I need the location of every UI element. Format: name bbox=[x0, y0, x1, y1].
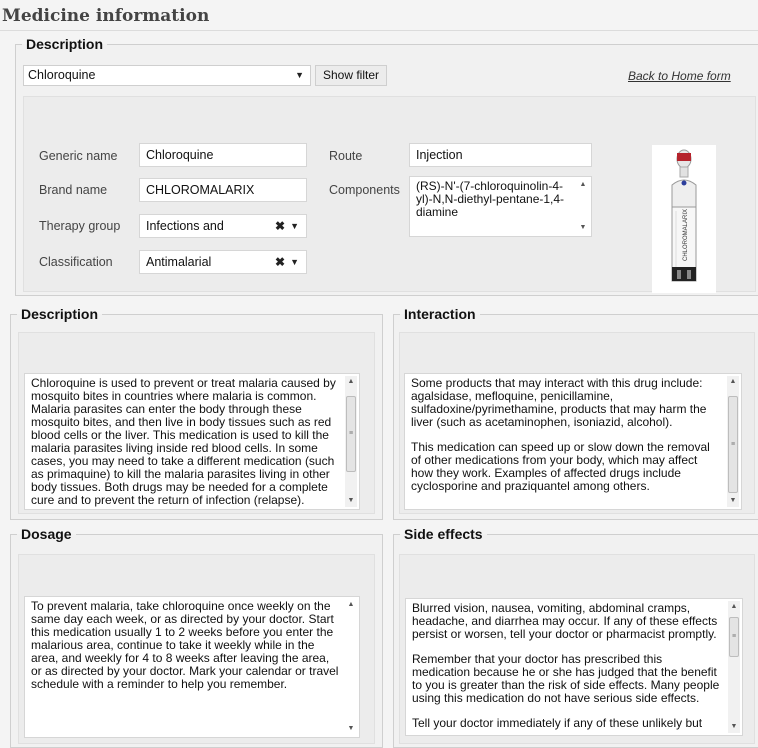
scroll-up-icon[interactable]: ▲ bbox=[727, 376, 739, 388]
interaction-text-2: This medication can speed up or slow dow… bbox=[411, 440, 710, 493]
description-scrollbar[interactable]: ▲ ≡ ▼ bbox=[345, 376, 357, 507]
chevron-down-icon[interactable]: ▼ bbox=[290, 251, 299, 273]
clear-icon[interactable]: ✖ bbox=[275, 215, 285, 237]
ampoule-brand-label: CHLOROMALARIX bbox=[683, 209, 689, 261]
description-panel-legend: Description bbox=[21, 306, 99, 322]
route-label: Route bbox=[329, 149, 363, 163]
interaction-scrollbar[interactable]: ▲ ≡ ▼ bbox=[727, 376, 739, 507]
scroll-down-icon[interactable]: ▼ bbox=[577, 222, 589, 234]
description-text-1: Chloroquine is used to prevent or treat … bbox=[31, 376, 336, 507]
scrollbar-thumb[interactable]: ≡ bbox=[729, 617, 739, 657]
dosage-textarea[interactable]: To prevent malaria, take chloroquine onc… bbox=[24, 596, 360, 738]
classification-label: Classification bbox=[39, 255, 113, 269]
ampoule-icon: CHLOROMALARIX bbox=[671, 149, 697, 282]
side-effects-textarea[interactable]: Blurred vision, nausea, vomiting, abdomi… bbox=[405, 598, 743, 736]
side-effects-text-3: Tell your doctor immediately if any of t… bbox=[412, 716, 703, 730]
scroll-up-icon[interactable]: ▲ bbox=[728, 601, 740, 613]
components-scrollbar[interactable]: ▲ ▼ bbox=[577, 179, 589, 234]
chevron-down-icon[interactable]: ▼ bbox=[290, 215, 299, 237]
page-title: Medicine information bbox=[2, 6, 210, 26]
therapy-group-select[interactable]: Infections and ✖ ▼ bbox=[139, 214, 307, 238]
scroll-up-icon[interactable]: ▲ bbox=[345, 599, 357, 611]
dosage-panel-legend: Dosage bbox=[21, 526, 72, 542]
side-effects-panel-legend: Side effects bbox=[404, 526, 483, 542]
therapy-group-label: Therapy group bbox=[39, 219, 121, 233]
chevron-down-icon: ▼ bbox=[295, 70, 304, 80]
scroll-up-icon[interactable]: ▲ bbox=[345, 376, 357, 388]
side-effects-text-2: Remember that your doctor has prescribed… bbox=[412, 652, 720, 705]
components-text: (RS)-N'-(7-chloroquinolin-4-yl)-N,N-diet… bbox=[416, 179, 565, 219]
title-divider bbox=[0, 30, 758, 31]
medicine-select-value: Chloroquine bbox=[28, 68, 96, 82]
components-field[interactable]: (RS)-N'-(7-chloroquinolin-4-yl)-N,N-diet… bbox=[409, 176, 592, 237]
scrollbar-thumb[interactable]: ≡ bbox=[346, 396, 356, 472]
scroll-down-icon[interactable]: ▼ bbox=[727, 495, 739, 507]
generic-name-label: Generic name bbox=[39, 149, 118, 163]
show-filter-button[interactable]: Show filter bbox=[315, 65, 387, 86]
scroll-down-icon[interactable]: ▼ bbox=[345, 495, 357, 507]
medicine-select[interactable]: Chloroquine ▼ bbox=[23, 65, 311, 86]
classification-value: Antimalarial bbox=[146, 255, 212, 269]
interaction-text-1: Some products that may interact with thi… bbox=[411, 376, 707, 429]
side-effects-scrollbar[interactable]: ▲ ≡ ▼ bbox=[728, 601, 740, 733]
route-field[interactable]: Injection bbox=[409, 143, 592, 167]
back-to-home-link[interactable]: Back to Home form bbox=[628, 69, 731, 83]
components-label: Components bbox=[329, 183, 400, 197]
interaction-textarea[interactable]: Some products that may interact with thi… bbox=[404, 373, 742, 510]
description-textarea[interactable]: Chloroquine is used to prevent or treat … bbox=[24, 373, 360, 510]
description-section-legend: Description bbox=[26, 36, 104, 52]
brand-name-label: Brand name bbox=[39, 183, 108, 197]
scroll-down-icon[interactable]: ▼ bbox=[345, 723, 357, 735]
scrollbar-thumb[interactable]: ≡ bbox=[728, 396, 738, 493]
generic-name-field[interactable]: Chloroquine bbox=[139, 143, 307, 167]
brand-name-field[interactable]: CHLOROMALARIX bbox=[139, 178, 307, 202]
interaction-panel-legend: Interaction bbox=[404, 306, 476, 322]
scroll-down-icon[interactable]: ▼ bbox=[728, 721, 740, 733]
dosage-text-1: To prevent malaria, take chloroquine onc… bbox=[31, 599, 339, 691]
dosage-scrollbar[interactable]: ▲ ▼ bbox=[345, 599, 357, 735]
therapy-group-value: Infections and bbox=[146, 219, 224, 233]
scroll-up-icon[interactable]: ▲ bbox=[577, 179, 589, 191]
clear-icon[interactable]: ✖ bbox=[275, 251, 285, 273]
product-image: CHLOROMALARIX bbox=[652, 145, 716, 293]
classification-select[interactable]: Antimalarial ✖ ▼ bbox=[139, 250, 307, 274]
side-effects-text-1: Blurred vision, nausea, vomiting, abdomi… bbox=[412, 601, 718, 641]
